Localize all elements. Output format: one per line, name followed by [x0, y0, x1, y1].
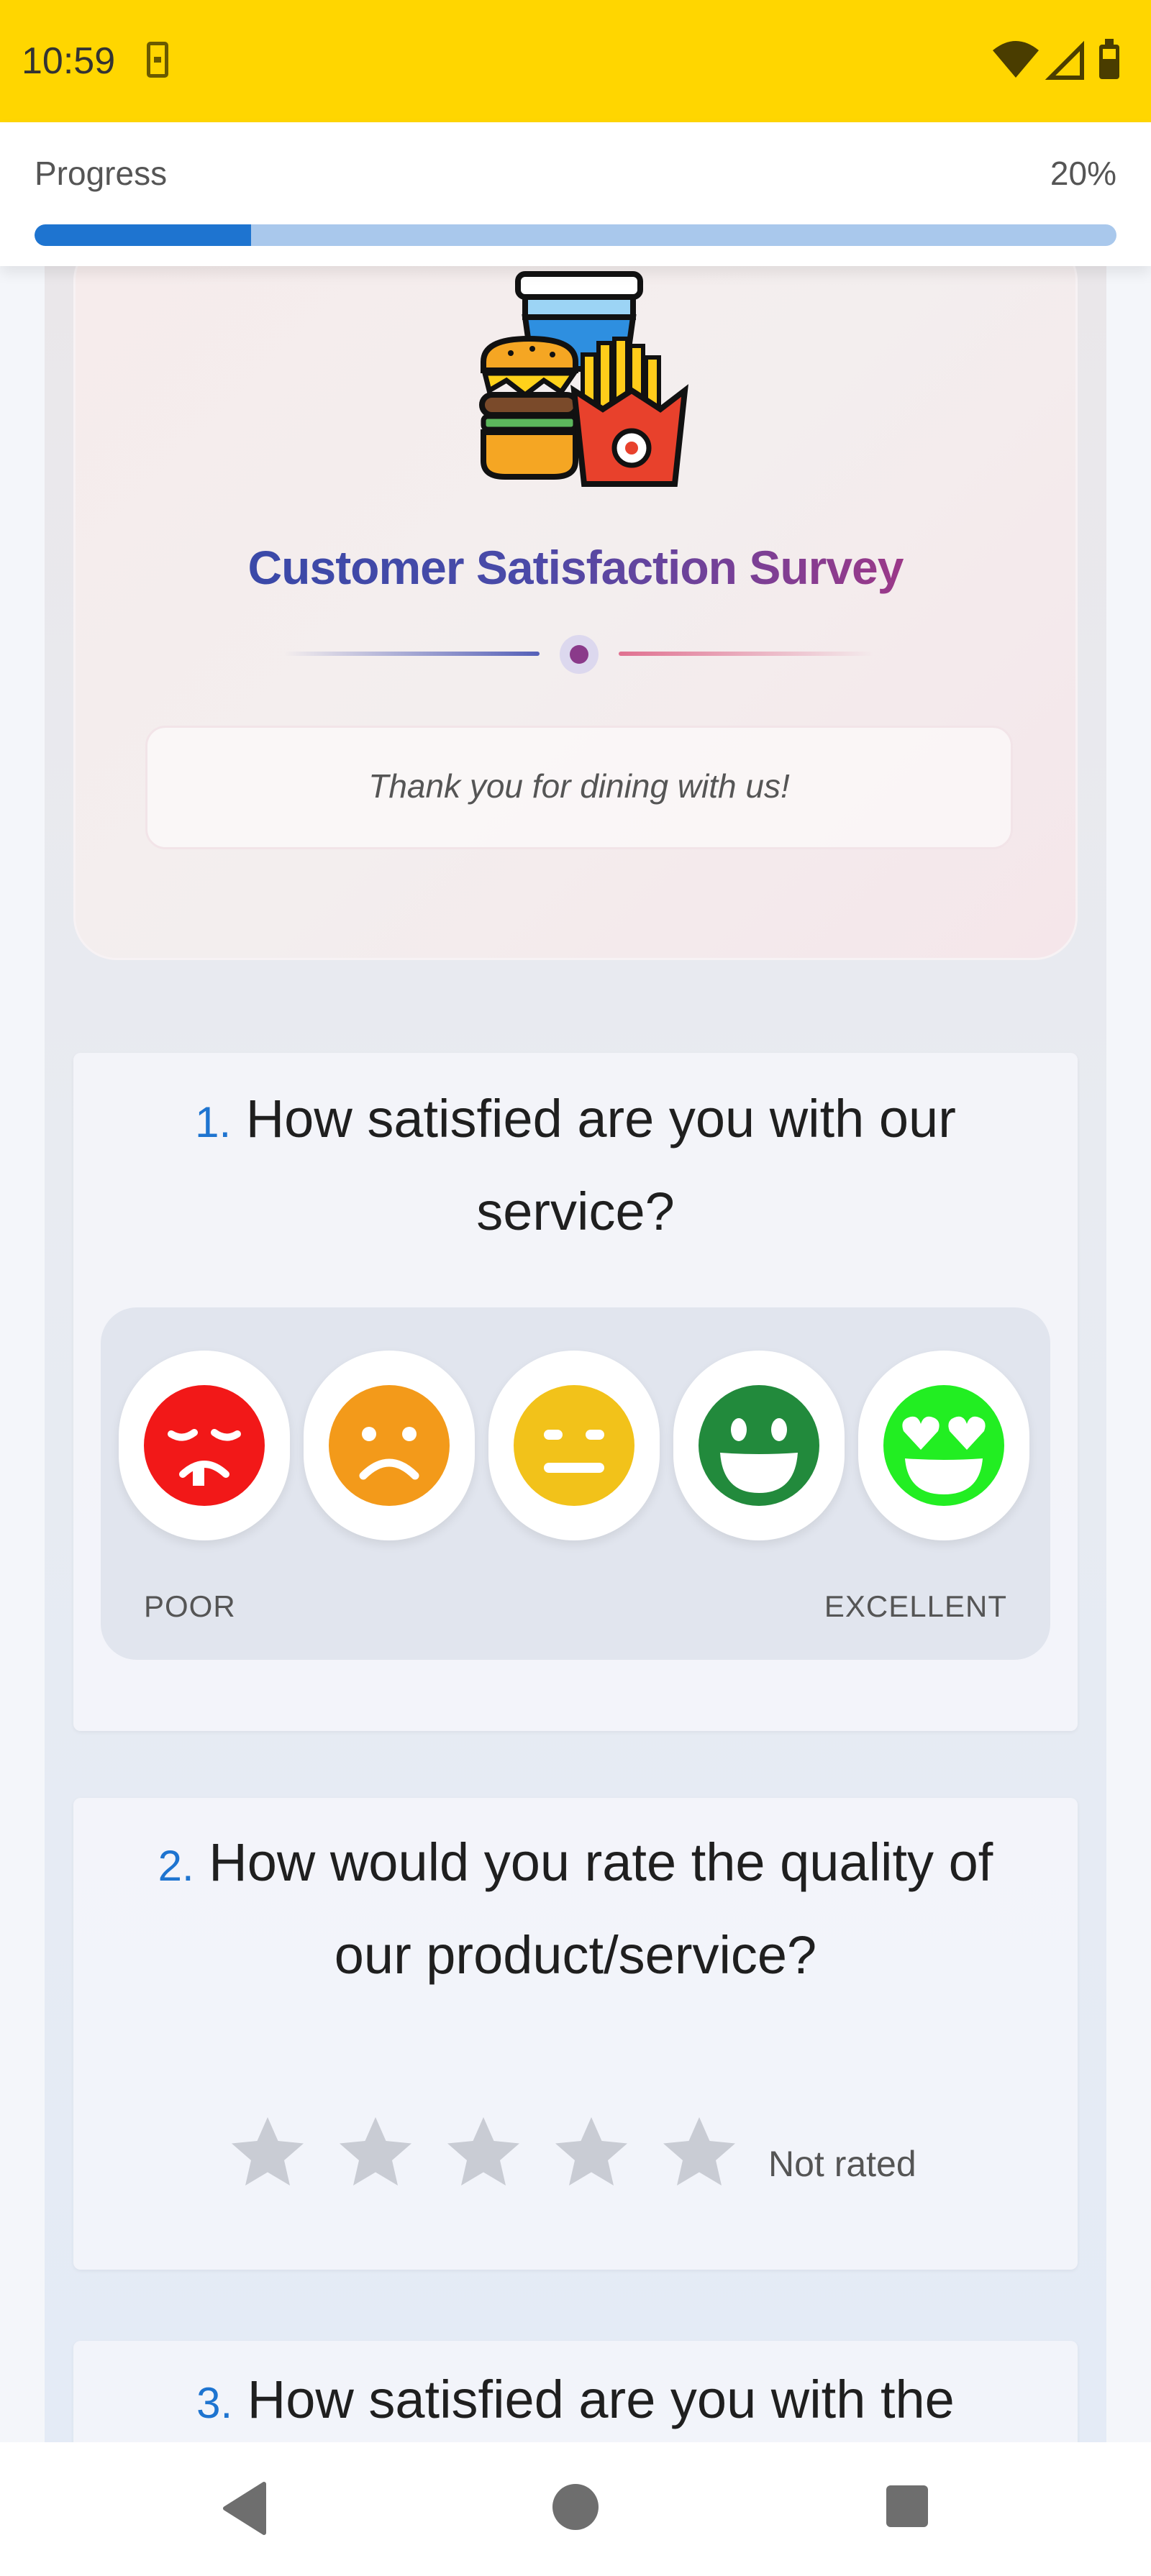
rating-status-text: Not rated	[768, 2144, 916, 2184]
wifi-icon	[993, 41, 1039, 78]
rating-option-very-sad[interactable]	[119, 1351, 290, 1540]
heart-eyes-face-icon	[883, 1385, 1004, 1506]
survey-page[interactable]: Customer Satisfaction Survey Thank you f…	[45, 266, 1106, 2442]
progress-label: Progress	[35, 155, 168, 192]
question-number: 3.	[196, 2379, 233, 2427]
question-number: 2.	[158, 1842, 194, 1890]
thank-you-text: Thank you for dining with us!	[368, 767, 790, 805]
phone-notification-icon	[147, 42, 168, 78]
scale-low-label: POOR	[144, 1589, 236, 1623]
recent-apps-icon[interactable]	[886, 2485, 928, 2527]
star-4-icon[interactable]	[548, 2110, 634, 2196]
question-title: 2. How would you rate the quality of our…	[117, 1818, 1034, 2000]
signal-icon	[1045, 40, 1084, 80]
very-sad-face-icon	[144, 1385, 265, 1506]
star-3-icon[interactable]	[440, 2110, 527, 2196]
emoji-rating-panel: POOR EXCELLENT	[101, 1307, 1050, 1660]
star-2-icon[interactable]	[332, 2110, 419, 2196]
question-text: How would you rate the quality of our pr…	[209, 1832, 993, 1985]
happy-face-icon	[699, 1385, 819, 1506]
question-text: How satisfied are you with our service?	[245, 1089, 956, 1241]
system-nav-bar	[0, 2442, 1151, 2576]
status-icons	[993, 39, 1119, 80]
sad-face-icon	[329, 1385, 450, 1506]
star-1-icon[interactable]	[224, 2110, 311, 2196]
progress-fill	[35, 224, 251, 246]
question-number: 1.	[195, 1098, 232, 1146]
status-time: 10:59	[22, 40, 116, 82]
question-text: How satisfied are you with the	[247, 2370, 955, 2429]
survey-header-card: Customer Satisfaction Survey Thank you f…	[73, 266, 1078, 960]
star-5-icon[interactable]	[656, 2110, 742, 2196]
battery-icon	[1099, 39, 1119, 79]
divider-right	[619, 652, 874, 656]
question-card-3: 3. How satisfied are you with the	[73, 2341, 1078, 2442]
status-bar: 10:59	[0, 0, 1151, 122]
rating-option-neutral[interactable]	[488, 1351, 660, 1540]
question-title: 3. How satisfied are you with the	[117, 2355, 1034, 2442]
progress-track	[35, 224, 1116, 246]
rating-option-sad[interactable]	[304, 1351, 475, 1540]
question-card-1: 1. How satisfied are you with our servic…	[73, 1053, 1078, 1731]
scale-high-label: EXCELLENT	[824, 1589, 1007, 1623]
rating-option-love[interactable]	[858, 1351, 1029, 1540]
progress-header: Progress 20%	[0, 122, 1151, 266]
thank-you-box: Thank you for dining with us!	[145, 726, 1013, 849]
divider-left	[284, 652, 540, 656]
progress-percent: 20%	[1050, 155, 1116, 192]
divider-dot-icon	[560, 635, 599, 674]
back-icon[interactable]	[219, 2481, 267, 2536]
question-card-2: 2. How would you rate the quality of our…	[73, 1798, 1078, 2270]
home-icon[interactable]	[552, 2484, 599, 2530]
neutral-face-icon	[514, 1385, 634, 1506]
food-combo-icon	[479, 271, 688, 487]
survey-title: Customer Satisfaction Survey	[76, 540, 1075, 595]
rating-option-happy[interactable]	[673, 1351, 845, 1540]
question-title: 1. How satisfied are you with our servic…	[117, 1074, 1034, 1256]
